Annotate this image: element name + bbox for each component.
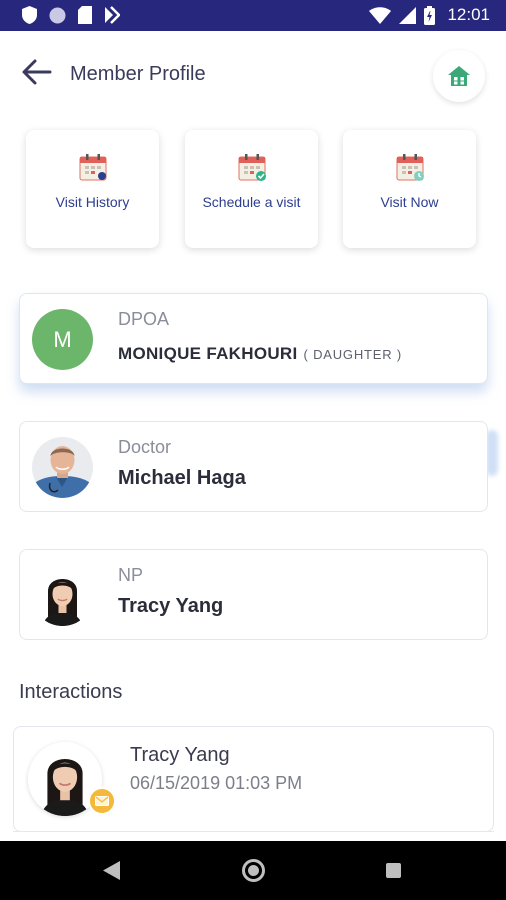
dpoa-contact-card[interactable]: M DPOA MONIQUE FAKHOURI ( DAUGHTER ) (19, 293, 488, 384)
contact-name: Tracy Yang (118, 595, 224, 617)
np-contact-card[interactable]: NP Tracy Yang (19, 549, 488, 640)
back-button[interactable] (20, 55, 54, 89)
circle-icon (49, 7, 66, 23)
contact-role: DPOA (118, 309, 170, 329)
signal-icon (399, 6, 417, 24)
divider (13, 831, 494, 832)
interaction-name: Tracy Yang (130, 744, 230, 766)
contact-name: MONIQUE FAKHOURI ( DAUGHTER ) (118, 344, 402, 364)
home-button[interactable] (433, 50, 485, 102)
arrow-left-icon (22, 59, 52, 85)
calendar-history-icon (79, 154, 106, 181)
doctor-photo-icon (32, 437, 93, 498)
app-header: Member Profile (0, 31, 506, 117)
tile-label: Visit History (55, 194, 130, 210)
page-title: Member Profile (70, 63, 206, 85)
system-nav-bar (0, 841, 506, 900)
tile-label: Visit Now (380, 194, 439, 210)
avatar (32, 565, 93, 626)
wifi-icon (369, 6, 392, 24)
tile-label: Schedule a visit (202, 194, 301, 210)
interaction-item[interactable]: Tracy Yang 06/15/2019 01:03 PM (13, 726, 494, 832)
schedule-visit-tile[interactable]: Schedule a visit (185, 130, 318, 248)
avatar: M (32, 309, 93, 370)
contact-role: Doctor (118, 437, 172, 457)
status-time: 12:01 (447, 5, 490, 24)
visit-now-tile[interactable]: Visit Now (343, 130, 476, 248)
nav-recent-apps-icon[interactable] (386, 863, 401, 878)
mail-icon (88, 787, 116, 815)
calendar-clock-icon (396, 154, 424, 181)
contact-role: NP (118, 565, 144, 585)
interaction-date: 06/15/2019 01:03 PM (130, 773, 303, 793)
sd-card-icon (78, 6, 92, 24)
avatar (32, 437, 93, 498)
doctor-contact-card[interactable]: Doctor Michael Haga (19, 421, 488, 512)
np-photo-icon (32, 565, 93, 626)
contact-name-text: MONIQUE FAKHOURI (118, 344, 298, 363)
shield-icon (22, 6, 37, 24)
interactions-heading: Interactions (19, 681, 123, 703)
download-icon (105, 6, 120, 24)
contact-name: Michael Haga (118, 467, 246, 489)
contact-relation: ( DAUGHTER ) (303, 347, 402, 362)
nav-home-icon[interactable] (242, 859, 265, 882)
house-icon (448, 66, 470, 86)
status-bar: 12:01 (0, 0, 506, 31)
visit-history-tile[interactable]: Visit History (26, 130, 159, 248)
battery-icon (424, 5, 436, 25)
nav-back-icon[interactable] (103, 861, 120, 880)
calendar-check-icon (238, 154, 266, 181)
